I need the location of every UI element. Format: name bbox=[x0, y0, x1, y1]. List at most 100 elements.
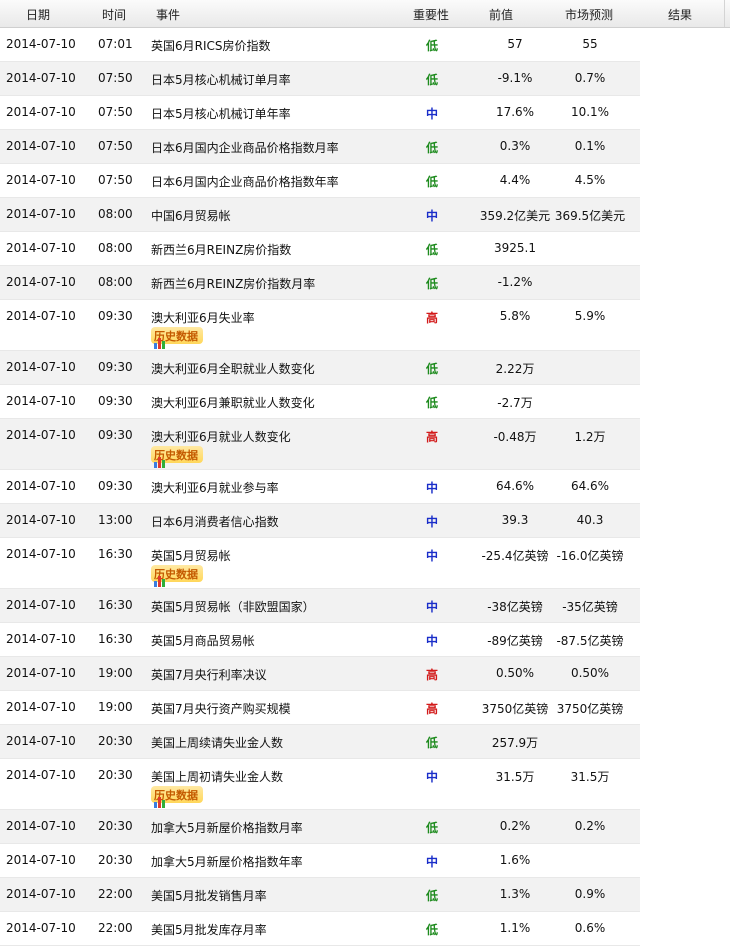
cell-event: 新西兰6月REINZ房价指数月率 bbox=[151, 277, 316, 291]
history-data-button[interactable]: 历史数据 bbox=[151, 565, 203, 587]
cell-previous: -1.2% bbox=[497, 275, 533, 289]
cell-time: 08:00 bbox=[98, 207, 133, 221]
cell-time: 08:00 bbox=[98, 275, 133, 289]
cell-date: 2014-07-10 bbox=[6, 887, 76, 901]
table-row: 2014-07-10 22:00 美国5月批发库存月率低 1.1% 0.6% bbox=[0, 912, 640, 946]
cell-time: 16:30 bbox=[98, 547, 133, 561]
cell-importance: 中 bbox=[425, 855, 438, 869]
cell-importance: 低 bbox=[425, 175, 438, 189]
table-row: 2014-07-10 20:30 加拿大5月新屋价格指数月率低 0.2% 0.2% bbox=[0, 810, 640, 844]
table-row: 2014-07-10 07:50 日本6月国内企业商品价格指数月率低 0.3% 0.1% bbox=[0, 130, 640, 164]
economic-calendar: 日期 时间 事件 重要性 前值 市场预测 结果 2014-07-10 07:01 英… bbox=[0, 0, 730, 946]
bar-chart-icon bbox=[154, 455, 168, 468]
cell-forecast: 10.1% bbox=[570, 105, 610, 119]
table-row: 2014-07-10 20:30 美国上周续请失业金人数 低 257.9万 bbox=[0, 725, 640, 759]
header-previous[interactable]: 前值 bbox=[489, 6, 513, 23]
cell-time: 09:30 bbox=[98, 479, 133, 493]
header-forecast[interactable]: 市场预测 bbox=[565, 6, 613, 23]
cell-date: 2014-07-10 bbox=[6, 275, 76, 289]
cell-importance: 低 bbox=[425, 277, 438, 291]
cell-previous: -2.7万 bbox=[497, 396, 533, 410]
header-importance[interactable]: 重要性 bbox=[413, 6, 449, 23]
cell-date: 2014-07-10 bbox=[6, 479, 76, 493]
cell-forecast: 0.6% bbox=[574, 921, 606, 935]
cell-date: 2014-07-10 bbox=[6, 309, 76, 323]
cell-event: 加拿大5月新屋价格指数年率 bbox=[151, 855, 303, 869]
cell-event: 英国6月RICS房价指数 bbox=[151, 39, 271, 53]
cell-importance: 低 bbox=[425, 889, 438, 903]
cell-importance: 中 bbox=[425, 549, 438, 563]
cell-forecast: 0.1% bbox=[574, 139, 606, 153]
cell-time: 07:01 bbox=[98, 37, 133, 51]
header-date[interactable]: 日期 bbox=[26, 6, 50, 23]
table-row: 2014-07-10 08:00 新西兰6月REINZ房价指数 低 3925.1 bbox=[0, 232, 640, 266]
cell-importance: 低 bbox=[425, 39, 438, 53]
header-result[interactable]: 结果 bbox=[668, 6, 692, 23]
cell-importance: 中 bbox=[425, 770, 438, 784]
cell-forecast: 0.2% bbox=[574, 819, 606, 833]
history-data-button[interactable]: 历史数据 bbox=[151, 327, 203, 349]
table-row: 2014-07-10 20:30 美国上周初请失业金人数中 31.5万 31.5万 历史数… bbox=[0, 759, 640, 810]
cell-importance: 高 bbox=[425, 311, 438, 325]
cell-date: 2014-07-10 bbox=[6, 598, 76, 612]
cell-date: 2014-07-10 bbox=[6, 768, 76, 782]
cell-importance: 低 bbox=[425, 821, 438, 835]
cell-event: 新西兰6月REINZ房价指数 bbox=[151, 243, 292, 257]
cell-time: 22:00 bbox=[98, 921, 133, 935]
cell-date: 2014-07-10 bbox=[6, 105, 76, 119]
cell-importance: 高 bbox=[425, 702, 438, 716]
table-row: 2014-07-10 16:30 英国5月贸易帐（非欧盟国家）中 -38亿英镑 -35亿… bbox=[0, 589, 640, 623]
table-row: 2014-07-10 08:00 中国6月贸易帐中 359.2亿美元 369.5亿美元 bbox=[0, 198, 640, 232]
cell-forecast: 369.5亿美元 bbox=[554, 209, 626, 223]
table-row: 2014-07-10 22:00 美国5月批发销售月率低 1.3% 0.9% bbox=[0, 878, 640, 912]
cell-time: 13:00 bbox=[98, 513, 133, 527]
cell-time: 19:00 bbox=[98, 700, 133, 714]
table-row: 2014-07-10 09:30 澳大利亚6月失业率高 5.8% 5.9% 历史数据 bbox=[0, 300, 640, 351]
history-data-button[interactable]: 历史数据 bbox=[151, 446, 203, 468]
cell-forecast: 0.9% bbox=[574, 887, 606, 901]
cell-event: 美国5月批发销售月率 bbox=[151, 889, 267, 903]
header-event[interactable]: 事件 bbox=[156, 6, 180, 23]
cell-event: 澳大利亚6月失业率 bbox=[151, 311, 255, 325]
table-row: 2014-07-10 09:30 澳大利亚6月全职就业人数变化 低 2.22万 bbox=[0, 351, 640, 385]
cell-event: 英国5月贸易帐（非欧盟国家） bbox=[151, 600, 315, 614]
cell-time: 07:50 bbox=[98, 105, 133, 119]
cell-date: 2014-07-10 bbox=[6, 632, 76, 646]
cell-importance: 低 bbox=[425, 362, 438, 376]
table-row: 2014-07-10 07:01 英国6月RICS房价指数低 57 55 bbox=[0, 28, 640, 62]
cell-time: 09:30 bbox=[98, 394, 133, 408]
cell-date: 2014-07-10 bbox=[6, 428, 76, 442]
cell-forecast: 1.2万 bbox=[574, 430, 606, 444]
cell-previous: 1.6% bbox=[499, 853, 531, 867]
cell-event: 日本5月核心机械订单月率 bbox=[151, 73, 291, 87]
cell-date: 2014-07-10 bbox=[6, 547, 76, 561]
cell-date: 2014-07-10 bbox=[6, 700, 76, 714]
cell-date: 2014-07-10 bbox=[6, 819, 76, 833]
cell-date: 2014-07-10 bbox=[6, 734, 76, 748]
cell-forecast: -35亿英镑 bbox=[562, 600, 618, 614]
cell-forecast: -87.5亿英镑 bbox=[556, 634, 624, 648]
table-row: 2014-07-10 09:30 澳大利亚6月兼职就业人数变化 低 -2.7万 bbox=[0, 385, 640, 419]
cell-event: 澳大利亚6月就业参与率 bbox=[151, 481, 279, 495]
cell-time: 16:30 bbox=[98, 598, 133, 612]
table-row: 2014-07-10 19:00 英国7月央行利率决议高 0.50% 0.50% bbox=[0, 657, 640, 691]
table-row: 2014-07-10 07:50 日本6月国内企业商品价格指数年率低 4.4% 4.5% bbox=[0, 164, 640, 198]
cell-importance: 高 bbox=[425, 430, 438, 444]
cell-event: 日本6月国内企业商品价格指数年率 bbox=[151, 175, 339, 189]
cell-event: 澳大利亚6月兼职就业人数变化 bbox=[151, 396, 315, 410]
history-data-button[interactable]: 历史数据 bbox=[151, 786, 203, 808]
cell-time: 07:50 bbox=[98, 71, 133, 85]
cell-event: 日本6月消费者信心指数 bbox=[151, 515, 279, 529]
cell-event: 日本5月核心机械订单年率 bbox=[151, 107, 291, 121]
cell-event: 中国6月贸易帐 bbox=[151, 209, 231, 223]
table-row: 2014-07-10 13:00 日本6月消费者信心指数中 39.3 40.3 bbox=[0, 504, 640, 538]
cell-importance: 低 bbox=[425, 736, 438, 750]
cell-importance: 低 bbox=[425, 73, 438, 87]
table-row: 2014-07-10 08:00 新西兰6月REINZ房价指数月率 低 -1.2% bbox=[0, 266, 640, 300]
cell-date: 2014-07-10 bbox=[6, 139, 76, 153]
cell-date: 2014-07-10 bbox=[6, 360, 76, 374]
cell-forecast: 0.50% bbox=[570, 666, 610, 680]
bar-chart-icon bbox=[154, 574, 168, 587]
table-row: 2014-07-10 16:30 英国5月贸易帐中 -25.4亿英镑 -16.0亿英镑历… bbox=[0, 538, 640, 589]
header-time[interactable]: 时间 bbox=[102, 6, 126, 23]
